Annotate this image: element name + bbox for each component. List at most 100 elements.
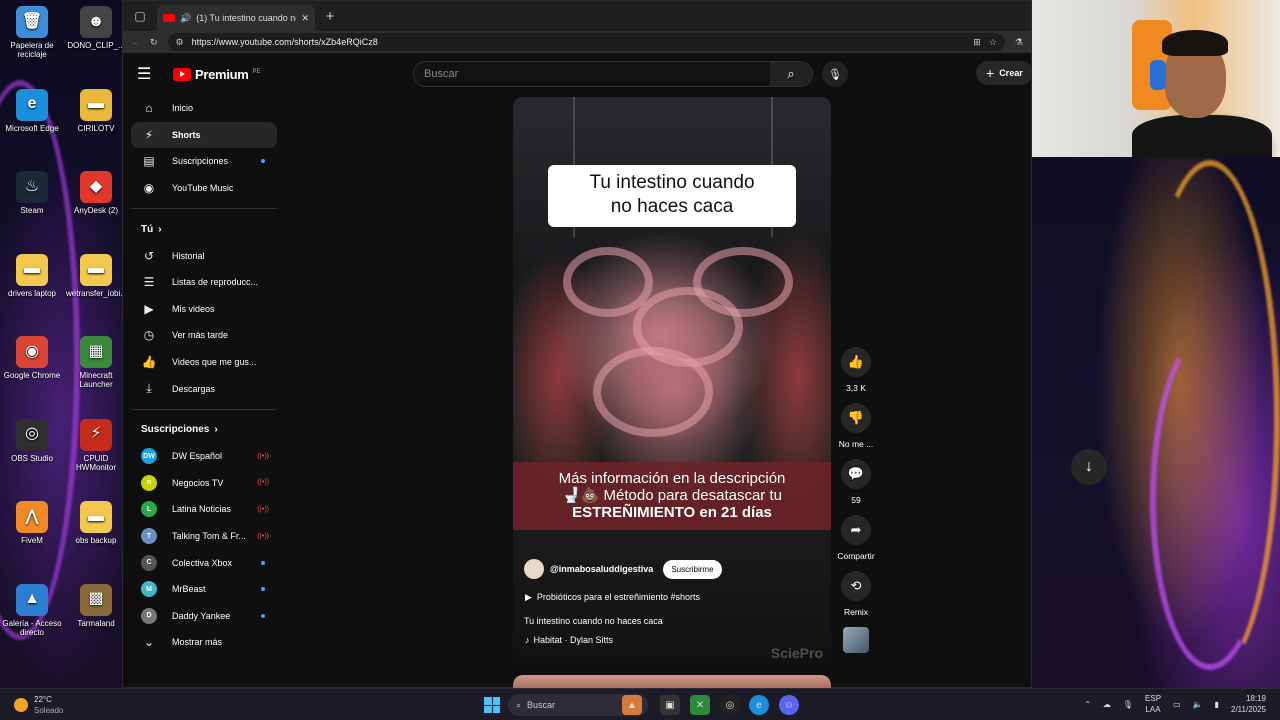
xbox-icon[interactable]: ✕ (690, 695, 710, 715)
remix-action[interactable]: ⟲ Remix (835, 571, 877, 617)
desktop-icon[interactable]: ◆ AnyDesk (2) (66, 171, 126, 215)
dislike-action[interactable]: 👎 No me ... (835, 403, 877, 449)
desktop-icon[interactable]: ▬ drivers laptop (2, 253, 62, 298)
site-info-icon[interactable]: ⚙ (176, 37, 184, 48)
desktop-icon[interactable]: ☻ DONO_CLIP_... (66, 6, 126, 50)
tab-actions-icon[interactable]: ▢ (129, 5, 151, 27)
next-short-button[interactable]: ↓ (1071, 449, 1107, 485)
subscription-item[interactable]: L Latina Noticias ((•)) (131, 496, 277, 523)
subscription-item[interactable]: DW DW Español ((•)) (131, 443, 277, 470)
share-icon[interactable]: ➦ (841, 515, 871, 545)
subscription-item[interactable]: T Talking Tom & Fr... ((•)) (131, 523, 277, 550)
clock[interactable]: 18:19 2/11/2025 (1231, 693, 1266, 715)
desktop-icon-label: Tarmaland (77, 618, 115, 628)
app-available-icon[interactable]: ⊞ (973, 37, 981, 48)
share-action[interactable]: ➦ Compartir (835, 515, 877, 561)
menu-icon[interactable]: ☰ (137, 64, 161, 84)
desktop-icon[interactable]: ▬ wetransfer_iobi... (66, 253, 127, 298)
desktop-icon[interactable]: ◎ OBS Studio (2, 418, 62, 463)
desktop-icon[interactable]: ⋀ FiveM (2, 501, 62, 545)
volume-icon[interactable]: 🔈 (1193, 700, 1203, 709)
search-button[interactable]: ⌕ (770, 62, 812, 86)
search-input[interactable] (414, 62, 770, 86)
refresh-icon[interactable]: ↻ (150, 37, 158, 48)
you-heading[interactable]: Tú › (131, 216, 277, 242)
sidebar-you-section: ↺ Historial ☰ Listas de reproducc... ▶ Mis vi… (131, 242, 277, 402)
edge-taskbar-icon[interactable]: e (749, 695, 769, 715)
sidebar-item-youtube-music[interactable]: ◉ YouTube Music (131, 175, 277, 202)
speaker-icon[interactable]: 🔊 (180, 13, 191, 24)
youtube-premium-logo[interactable]: Premium PE (173, 67, 261, 82)
desktop-icon[interactable]: ♨ Steam (2, 171, 62, 215)
desktop-icon[interactable]: ▲ Galería - Acceso directo (2, 583, 62, 637)
subscription-item[interactable]: C Colectiva Xbox (131, 549, 277, 576)
description-text: Probióticos para el estreñimiento #short… (536, 592, 701, 602)
like-action[interactable]: 👍 3,3 K (835, 347, 877, 393)
sound-link[interactable]: ♪ Habitat · Dylan Sitts (525, 635, 613, 645)
sidebar-item-inicio[interactable]: ⌂ Inicio (131, 95, 277, 122)
dislike-icon[interactable]: 👎 (841, 403, 871, 433)
desktop-icon[interactable]: e Microsoft Edge (2, 88, 62, 133)
sound-thumbnail[interactable] (843, 627, 869, 653)
sidebar-item[interactable]: ☰ Listas de reproducc... (131, 269, 277, 296)
channel-name[interactable]: @inmabosaluddigestiva (550, 564, 653, 574)
sidebar-item[interactable]: ⤓ Descargas (131, 375, 277, 402)
subscriptions-heading[interactable]: Suscripciones › (131, 417, 277, 443)
language-indicator[interactable]: ESP LAA (1145, 693, 1161, 715)
lang-bottom: LAA (1145, 705, 1161, 714)
battery-icon[interactable]: ▮ (1215, 700, 1219, 709)
desktop-app-icon: ▬ (80, 253, 112, 286)
new-tab-button[interactable]: + (319, 5, 341, 27)
subscription-item[interactable]: M MrBeast (131, 576, 277, 603)
show-more-button[interactable]: ⌄ Mostrar más (131, 629, 277, 656)
favorite-star-icon[interactable]: ☆ (989, 37, 997, 48)
desktop-app-icon: ♨ (16, 171, 48, 203)
live-icon: ((•)) (257, 532, 269, 540)
comments-icon[interactable]: 💬 (841, 459, 871, 489)
desktop-app-icon: ▩ (80, 583, 112, 616)
task-view-icon[interactable]: ▣ (660, 695, 680, 715)
desktop-icon-label: Google Chrome (3, 371, 61, 380)
discord-taskbar-icon[interactable]: ☺ (779, 695, 799, 715)
short-video-player[interactable]: Tu intestino cuando no haces caca Más in… (513, 97, 831, 665)
desktop-icon[interactable]: ▦ Minecraft Launcher (66, 336, 126, 389)
sidebar-item[interactable]: 👍 Videos que me gus... (131, 349, 277, 376)
desktop-icon[interactable]: ▬ CIRILOTV (66, 88, 126, 133)
desktop-icon[interactable]: ▩ Tarmaland (66, 583, 126, 628)
browser-tab[interactable]: 🔊 (1) Tu intestino cuando no h ✕ (157, 5, 315, 31)
remix-icon[interactable]: ⟲ (841, 571, 871, 601)
voice-search-button[interactable]: 🎙 (822, 61, 848, 87)
subscription-item[interactable]: D Daddy Yankee (131, 603, 277, 630)
start-button[interactable] (484, 697, 500, 713)
extensions-icon[interactable]: ⚗ (1015, 37, 1023, 48)
desktop-icon[interactable]: 🗑 Papelera de reciclaje (2, 6, 62, 59)
like-label: 3,3 K (846, 383, 866, 393)
create-button[interactable]: + Crear (976, 61, 1033, 85)
cloud-icon[interactable]: ☁ (1103, 700, 1111, 709)
weather-widget[interactable]: 22°C Soleado (0, 694, 200, 716)
desktop-icon[interactable]: ◉ Google Chrome (2, 336, 62, 380)
obs-taskbar-icon[interactable]: ◎ (720, 695, 740, 715)
lang-top: ESP (1145, 694, 1162, 703)
chevron-up-icon[interactable]: ⌃ (1084, 700, 1091, 709)
channel-avatar[interactable] (524, 559, 544, 579)
like-icon[interactable]: 👍 (841, 347, 871, 377)
microphone-icon[interactable]: 🎙 (1123, 700, 1133, 709)
back-icon[interactable]: ← (131, 37, 140, 47)
desktop-icon[interactable]: ⚡ CPUID HWMonitor (66, 418, 126, 472)
sidebar-item[interactable]: ↺ Historial (131, 242, 277, 269)
description-row[interactable]: ▶ Probióticos para el estreñimiento #sho… (525, 592, 700, 603)
sidebar-item-suscripciones[interactable]: ▤ Suscripciones (131, 148, 277, 175)
sidebar-item[interactable]: ▶ Mis videos (131, 296, 277, 323)
landscape-widget-icon[interactable]: ▲ (622, 695, 642, 715)
sidebar-item[interactable]: ◷ Ver más tarde (131, 322, 277, 349)
close-tab-icon[interactable]: ✕ (301, 13, 309, 24)
sidebar-item-shorts[interactable]: ⚡ Shorts (131, 121, 277, 149)
subscribe-button[interactable]: Suscribirme (663, 559, 722, 579)
comments-action[interactable]: 💬 59 (835, 459, 877, 505)
network-icon[interactable]: ▭ (1173, 700, 1181, 709)
desktop-icon[interactable]: ▬ obs backup (66, 501, 126, 545)
share-label: Compartir (837, 551, 875, 561)
address-bar[interactable]: ⚙ https://www.youtube.com/shorts/xZb4eRQ… (167, 33, 1005, 51)
subscription-item[interactable]: n Negocios TV ((•)) (131, 470, 277, 497)
